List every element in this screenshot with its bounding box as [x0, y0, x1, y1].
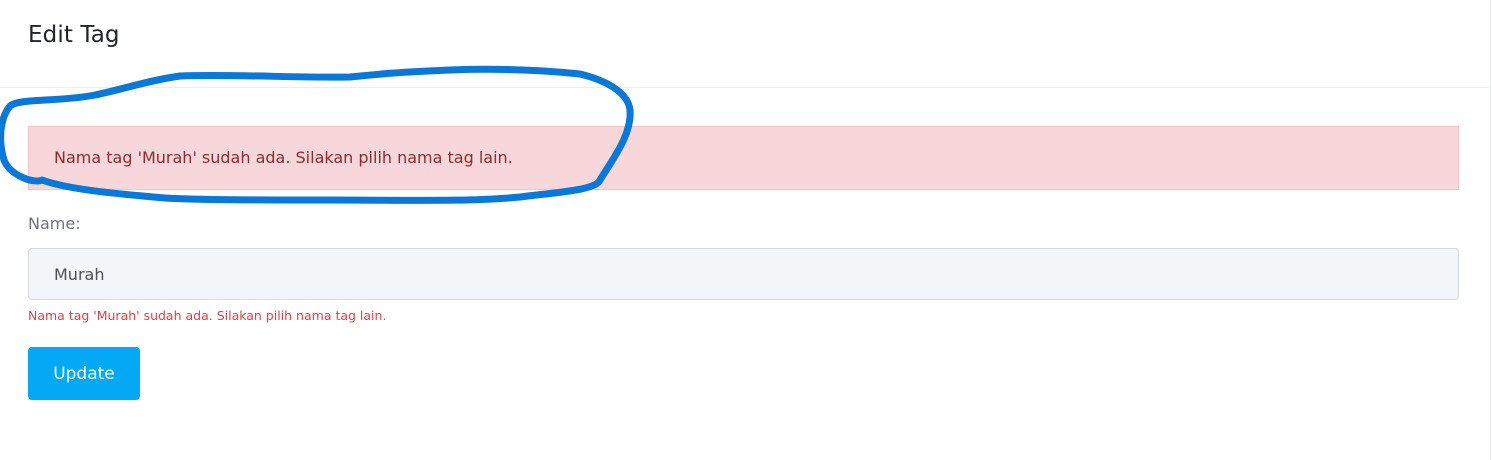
alert-message: Nama tag 'Murah' sudah ada. Silakan pili… [54, 148, 513, 167]
name-input[interactable] [28, 248, 1459, 300]
card-header: Edit Tag [0, 0, 1491, 88]
name-label: Name: [28, 214, 81, 233]
name-error-message: Nama tag 'Murah' sudah ada. Silakan pili… [28, 308, 387, 323]
error-alert: Nama tag 'Murah' sudah ada. Silakan pili… [28, 126, 1459, 190]
page-title: Edit Tag [28, 22, 120, 48]
edit-tag-card: Edit Tag Nama tag 'Murah' sudah ada. Sil… [0, 0, 1491, 460]
update-button[interactable]: Update [28, 347, 140, 400]
